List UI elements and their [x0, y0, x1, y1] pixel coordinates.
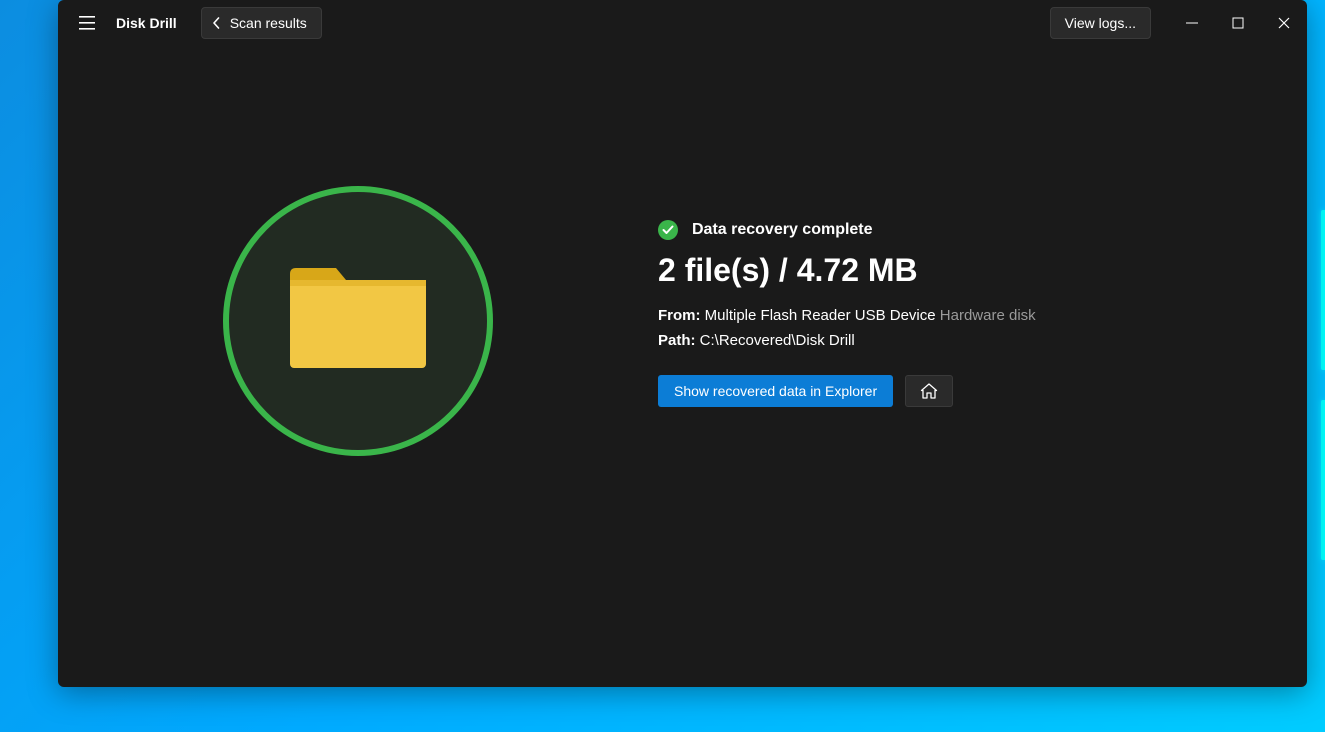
path-label: Path: [658, 332, 696, 349]
action-row: Show recovered data in Explorer [658, 375, 1307, 407]
window-controls [1169, 0, 1307, 46]
path-line: Path: C:\Recovered\Disk Drill [658, 332, 1307, 349]
back-button[interactable]: Scan results [201, 7, 322, 39]
from-line: From: Multiple Flash Reader USB Device H… [658, 307, 1307, 324]
minimize-icon [1186, 17, 1198, 29]
path-value: C:\Recovered\Disk Drill [700, 332, 855, 349]
status-text: Data recovery complete [692, 221, 873, 239]
desktop-accent [1321, 400, 1325, 560]
result-headline: 2 file(s) / 4.72 MB [658, 252, 1307, 289]
maximize-button[interactable] [1215, 0, 1261, 46]
minimize-button[interactable] [1169, 0, 1215, 46]
content-area: Data recovery complete 2 file(s) / 4.72 … [58, 46, 1307, 687]
show-recovered-button[interactable]: Show recovered data in Explorer [658, 375, 893, 407]
home-icon [920, 383, 938, 399]
view-logs-button[interactable]: View logs... [1050, 7, 1151, 39]
chevron-left-icon [212, 17, 220, 29]
info-column: Data recovery complete 2 file(s) / 4.72 … [658, 186, 1307, 407]
from-value: Multiple Flash Reader USB Device [705, 307, 936, 324]
app-window: Disk Drill Scan results View logs... [58, 0, 1307, 687]
hamburger-icon [79, 16, 95, 30]
desktop-accent [1321, 210, 1325, 370]
home-button[interactable] [905, 375, 953, 407]
back-label: Scan results [230, 15, 307, 31]
from-label: From: [658, 307, 701, 324]
app-title: Disk Drill [116, 15, 177, 31]
status-line: Data recovery complete [658, 220, 1307, 240]
view-logs-label: View logs... [1065, 15, 1136, 31]
checkmark-icon [662, 225, 674, 235]
titlebar: Disk Drill Scan results View logs... [58, 0, 1307, 46]
hero-column [58, 186, 658, 456]
check-badge [658, 220, 678, 240]
close-icon [1278, 17, 1290, 29]
maximize-icon [1232, 17, 1244, 29]
menu-button[interactable] [72, 8, 102, 38]
folder-icon [288, 266, 428, 376]
show-recovered-label: Show recovered data in Explorer [674, 383, 877, 399]
close-button[interactable] [1261, 0, 1307, 46]
success-circle [223, 186, 493, 456]
from-hint: Hardware disk [940, 307, 1036, 324]
